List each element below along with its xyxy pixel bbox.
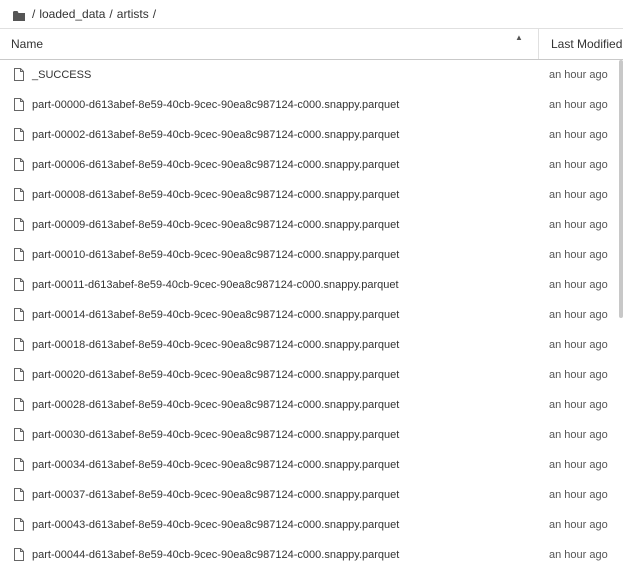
- file-row[interactable]: part-00011-d613abef-8e59-40cb-9cec-90ea8…: [0, 270, 623, 300]
- file-last-modified: an hour ago: [549, 489, 608, 501]
- file-last-modified: an hour ago: [549, 339, 608, 351]
- file-last-modified: an hour ago: [549, 369, 608, 381]
- breadcrumb-separator: /: [109, 7, 113, 21]
- file-last-modified: an hour ago: [549, 219, 608, 231]
- file-row[interactable]: part-00014-d613abef-8e59-40cb-9cec-90ea8…: [0, 300, 623, 330]
- file-icon: [13, 98, 25, 111]
- file-icon: [13, 278, 25, 291]
- file-row[interactable]: part-00000-d613abef-8e59-40cb-9cec-90ea8…: [0, 90, 623, 120]
- file-row[interactable]: part-00030-d613abef-8e59-40cb-9cec-90ea8…: [0, 420, 623, 450]
- breadcrumb-item-loaded-data[interactable]: loaded_data: [39, 7, 105, 21]
- file-name[interactable]: part-00002-d613abef-8e59-40cb-9cec-90ea8…: [32, 129, 399, 141]
- file-icon: [13, 398, 25, 411]
- file-last-modified: an hour ago: [549, 519, 608, 531]
- file-row[interactable]: part-00020-d613abef-8e59-40cb-9cec-90ea8…: [0, 360, 623, 390]
- sort-ascending-icon[interactable]: ▲: [515, 33, 523, 42]
- file-name[interactable]: part-00044-d613abef-8e59-40cb-9cec-90ea8…: [32, 549, 399, 561]
- file-last-modified: an hour ago: [549, 459, 608, 471]
- file-last-modified: an hour ago: [549, 99, 608, 111]
- file-last-modified: an hour ago: [549, 189, 608, 201]
- column-header-last-modified[interactable]: Last Modified: [551, 37, 622, 51]
- file-row[interactable]: part-00006-d613abef-8e59-40cb-9cec-90ea8…: [0, 150, 623, 180]
- file-row[interactable]: part-00009-d613abef-8e59-40cb-9cec-90ea8…: [0, 210, 623, 240]
- file-name[interactable]: part-00043-d613abef-8e59-40cb-9cec-90ea8…: [32, 519, 399, 531]
- table-header: Name ▲ Last Modified: [0, 29, 623, 59]
- file-name[interactable]: part-00011-d613abef-8e59-40cb-9cec-90ea8…: [32, 279, 399, 291]
- scrollbar[interactable]: [619, 60, 623, 567]
- file-icon: [13, 548, 25, 561]
- file-last-modified: an hour ago: [549, 429, 608, 441]
- file-name[interactable]: part-00008-d613abef-8e59-40cb-9cec-90ea8…: [32, 189, 399, 201]
- file-last-modified: an hour ago: [549, 279, 608, 291]
- file-icon: [13, 128, 25, 141]
- file-list: _SUCCESS an hour ago part-00000-d613abef…: [0, 60, 623, 567]
- file-row[interactable]: part-00008-d613abef-8e59-40cb-9cec-90ea8…: [0, 180, 623, 210]
- file-icon: [13, 158, 25, 171]
- folder-icon[interactable]: [13, 10, 25, 21]
- file-name[interactable]: part-00028-d613abef-8e59-40cb-9cec-90ea8…: [32, 399, 399, 411]
- file-icon: [13, 368, 25, 381]
- breadcrumb-item-artists[interactable]: artists: [117, 7, 149, 21]
- breadcrumb-separator: /: [32, 7, 36, 21]
- file-name[interactable]: part-00037-d613abef-8e59-40cb-9cec-90ea8…: [32, 489, 399, 501]
- file-name[interactable]: part-00034-d613abef-8e59-40cb-9cec-90ea8…: [32, 459, 399, 471]
- file-name[interactable]: part-00006-d613abef-8e59-40cb-9cec-90ea8…: [32, 159, 399, 171]
- file-icon: [13, 458, 25, 471]
- file-icon: [13, 68, 25, 81]
- file-row[interactable]: part-00044-d613abef-8e59-40cb-9cec-90ea8…: [0, 540, 623, 567]
- breadcrumb: / loaded_data / artists /: [13, 5, 160, 23]
- file-icon: [13, 188, 25, 201]
- file-last-modified: an hour ago: [549, 249, 608, 261]
- file-last-modified: an hour ago: [549, 549, 608, 561]
- file-row[interactable]: part-00018-d613abef-8e59-40cb-9cec-90ea8…: [0, 330, 623, 360]
- file-icon: [13, 308, 25, 321]
- file-last-modified: an hour ago: [549, 399, 608, 411]
- file-row[interactable]: part-00037-d613abef-8e59-40cb-9cec-90ea8…: [0, 480, 623, 510]
- file-row[interactable]: part-00043-d613abef-8e59-40cb-9cec-90ea8…: [0, 510, 623, 540]
- file-icon: [13, 338, 25, 351]
- file-name[interactable]: part-00009-d613abef-8e59-40cb-9cec-90ea8…: [32, 219, 399, 231]
- column-header-name[interactable]: Name: [11, 37, 43, 51]
- file-row[interactable]: _SUCCESS an hour ago: [0, 60, 623, 90]
- file-icon: [13, 428, 25, 441]
- file-row[interactable]: part-00002-d613abef-8e59-40cb-9cec-90ea8…: [0, 120, 623, 150]
- file-name[interactable]: part-00020-d613abef-8e59-40cb-9cec-90ea8…: [32, 369, 399, 381]
- file-icon: [13, 218, 25, 231]
- file-icon: [13, 248, 25, 261]
- file-icon: [13, 518, 25, 531]
- file-name[interactable]: part-00000-d613abef-8e59-40cb-9cec-90ea8…: [32, 99, 399, 111]
- file-row[interactable]: part-00010-d613abef-8e59-40cb-9cec-90ea8…: [0, 240, 623, 270]
- file-browser: / loaded_data / artists / Name ▲ Last Mo…: [0, 0, 623, 567]
- scrollbar-thumb[interactable]: [619, 60, 623, 318]
- file-last-modified: an hour ago: [549, 129, 608, 141]
- file-name[interactable]: part-00014-d613abef-8e59-40cb-9cec-90ea8…: [32, 309, 399, 321]
- file-row[interactable]: part-00028-d613abef-8e59-40cb-9cec-90ea8…: [0, 390, 623, 420]
- file-name[interactable]: part-00030-d613abef-8e59-40cb-9cec-90ea8…: [32, 429, 399, 441]
- file-icon: [13, 488, 25, 501]
- file-name[interactable]: part-00010-d613abef-8e59-40cb-9cec-90ea8…: [32, 249, 399, 261]
- file-name[interactable]: _SUCCESS: [32, 69, 91, 81]
- file-last-modified: an hour ago: [549, 69, 608, 81]
- file-row[interactable]: part-00034-d613abef-8e59-40cb-9cec-90ea8…: [0, 450, 623, 480]
- column-divider[interactable]: [538, 29, 539, 59]
- file-name[interactable]: part-00018-d613abef-8e59-40cb-9cec-90ea8…: [32, 339, 399, 351]
- file-last-modified: an hour ago: [549, 159, 608, 171]
- breadcrumb-separator: /: [152, 7, 157, 21]
- file-last-modified: an hour ago: [549, 309, 608, 321]
